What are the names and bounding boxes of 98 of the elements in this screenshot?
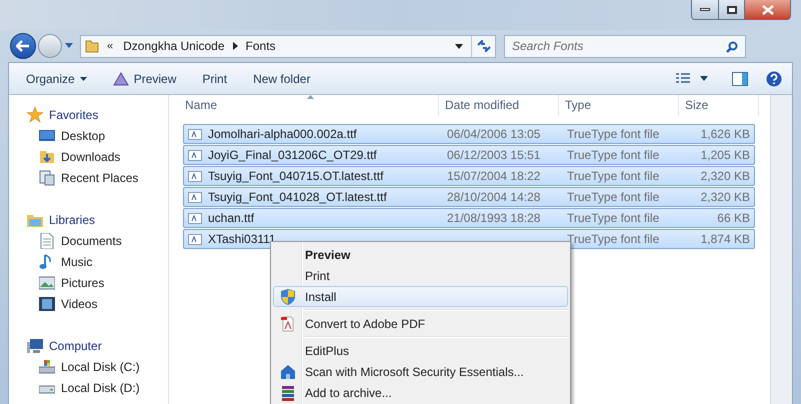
- file-type: TrueType font file: [567, 148, 660, 162]
- toolbar-button[interactable]: New folder: [244, 66, 320, 90]
- file-row[interactable]: JoyiG_Final_031206C_OT29.ttf 06/12/2003 15:51 TrueType font file 1,205 KB: [183, 145, 755, 165]
- menu-item[interactable]: Print: [273, 265, 568, 286]
- sidebar-item[interactable]: Downloads: [27, 146, 168, 167]
- sidebar-group[interactable]: Favorites: [27, 104, 168, 125]
- date-modified: 06/04/2006 13:05: [447, 127, 540, 141]
- file-size: 1,626 KB: [700, 127, 750, 141]
- font-file-icon: [188, 150, 202, 160]
- breadcrumb[interactable]: Dzongkha Unicode: [123, 37, 225, 55]
- address-dropdown-icon[interactable]: [455, 44, 463, 48]
- file-name: Jomolhari-alpha000.002a.ttf: [208, 126, 357, 143]
- address-bar[interactable]: « Dzongkha Unicode Fonts: [80, 34, 496, 58]
- font-file-icon: [188, 170, 202, 182]
- file-name: XTashi03111: [208, 231, 276, 248]
- back-arrow-icon: [16, 40, 30, 52]
- sidebar-group[interactable]: Computer: [27, 335, 168, 356]
- menu-item[interactable]: EditPlus: [273, 340, 568, 361]
- sidebar-item[interactable]: Local Disk (C:): [27, 356, 168, 377]
- file-name: Tsuyig_Font_041028_OT.latest.ttf: [208, 189, 387, 206]
- close-icon: [762, 4, 774, 14]
- file-row[interactable]: Tsuyig_Font_041028_OT.latest.ttf 28/10/2004 14:28 TrueType font file 2,320 KB: [183, 187, 755, 207]
- font-file-icon: [188, 128, 202, 140]
- menu-item[interactable]: Add to archive...: [273, 382, 568, 403]
- computer-icon: [27, 338, 43, 354]
- breadcrumb[interactable]: Fonts: [246, 37, 276, 55]
- file-size: 2,320 KB: [700, 190, 750, 204]
- file-name: Tsuyig_Font_040715.OT.latest.ttf: [208, 168, 384, 185]
- sidebar-group[interactable]: Libraries: [27, 209, 168, 230]
- column-header[interactable]: Name: [169, 94, 439, 116]
- recent-pages-dropdown-icon[interactable]: [64, 43, 74, 49]
- file-size: 1,874 KB: [700, 232, 750, 246]
- file-type: TrueType font file: [567, 211, 660, 225]
- maximize-icon: [726, 6, 736, 14]
- sidebar-item[interactable]: Local Disk (D:): [27, 377, 168, 398]
- refresh-icon: [476, 40, 490, 52]
- font-preview-icon: [112, 72, 129, 86]
- download-folder-icon: [39, 148, 55, 164]
- column-header[interactable]: Date modified: [439, 94, 559, 116]
- sidebar-item[interactable]: Pictures: [27, 272, 168, 293]
- search-field[interactable]: Search Fonts: [504, 34, 746, 58]
- file-type: TrueType font file: [567, 190, 660, 204]
- toolbar-button[interactable]: Preview: [104, 66, 186, 90]
- search-icon: [726, 40, 738, 52]
- sidebar-item[interactable]: Desktop: [27, 125, 168, 146]
- archive-books-icon: [280, 384, 296, 400]
- file-name: JoyiG_Final_031206C_OT29.ttf: [208, 147, 377, 164]
- pdf-document-icon: [280, 316, 296, 332]
- sidebar-item[interactable]: Documents: [27, 230, 168, 251]
- sidebar-item[interactable]: Videos: [27, 293, 168, 314]
- column-header[interactable]: Size: [679, 94, 759, 116]
- view-dropdown-icon[interactable]: [700, 76, 708, 81]
- date-modified: 28/10/2004 14:28: [447, 190, 540, 204]
- file-type: TrueType font file: [567, 232, 660, 246]
- star-icon: [27, 106, 43, 122]
- close-button[interactable]: [745, 0, 790, 19]
- picture-icon: [39, 274, 55, 290]
- help-icon[interactable]: [766, 70, 782, 86]
- toolbar-button[interactable]: Print: [193, 66, 236, 90]
- file-row[interactable]: uchan.ttf 21/08/1993 18:28 TrueType font file 66 KB: [183, 208, 755, 228]
- sidebar-item[interactable]: Recent Places: [27, 167, 168, 188]
- menu-item[interactable]: Install: [273, 286, 568, 307]
- date-modified: 21/08/1993 18:28: [447, 211, 540, 225]
- file-row[interactable]: Tsuyig_Font_040715.OT.latest.ttf 15/07/2004 18:22 TrueType font file 2,320 KB: [183, 166, 755, 186]
- document-icon: [39, 232, 55, 248]
- shield-icon: [280, 288, 296, 304]
- path-overflow-chevron[interactable]: «: [107, 38, 114, 54]
- back-button[interactable]: [10, 33, 36, 59]
- file-size: 1,205 KB: [700, 148, 750, 162]
- maximize-button[interactable]: [719, 0, 745, 19]
- file-type: TrueType font file: [567, 169, 660, 183]
- house-icon: [280, 364, 296, 380]
- sidebar-item[interactable]: Music: [27, 251, 168, 272]
- windows-disk-icon: [39, 358, 55, 374]
- preview-pane-icon[interactable]: [732, 72, 748, 86]
- minimize-button[interactable]: [692, 0, 719, 19]
- scrollbar-track[interactable]: [770, 95, 792, 404]
- dropdown-caret-icon: [80, 76, 87, 80]
- font-file-icon: [188, 234, 202, 244]
- date-modified: 15/07/2004 18:22: [447, 169, 540, 183]
- desktop-icon: [39, 128, 55, 144]
- file-row[interactable]: Jomolhari-alpha000.002a.ttf 06/04/2006 13:05 TrueType font file 1,626 KB: [183, 124, 755, 144]
- minimize-icon: [700, 8, 710, 11]
- date-modified: 06/12/2003 15:51: [447, 148, 540, 162]
- file-size: 2,320 KB: [700, 169, 750, 183]
- font-file-icon: [188, 192, 202, 202]
- breadcrumb-arrow-icon[interactable]: [232, 42, 238, 50]
- menu-item[interactable]: Convert to Adobe PDF: [273, 313, 568, 334]
- file-type: TrueType font file: [567, 127, 660, 141]
- recent-places-icon: [39, 170, 55, 186]
- file-size: 66 KB: [717, 211, 750, 225]
- toolbar-button[interactable]: Organize: [17, 66, 96, 90]
- column-header[interactable]: Type: [559, 94, 679, 116]
- view-options-icon[interactable]: [676, 72, 690, 84]
- folder-icon: [85, 39, 99, 53]
- font-file-icon: [188, 212, 202, 224]
- menu-item[interactable]: Scan with Microsoft Security Essentials...: [273, 361, 568, 382]
- file-name: uchan.ttf: [208, 210, 254, 227]
